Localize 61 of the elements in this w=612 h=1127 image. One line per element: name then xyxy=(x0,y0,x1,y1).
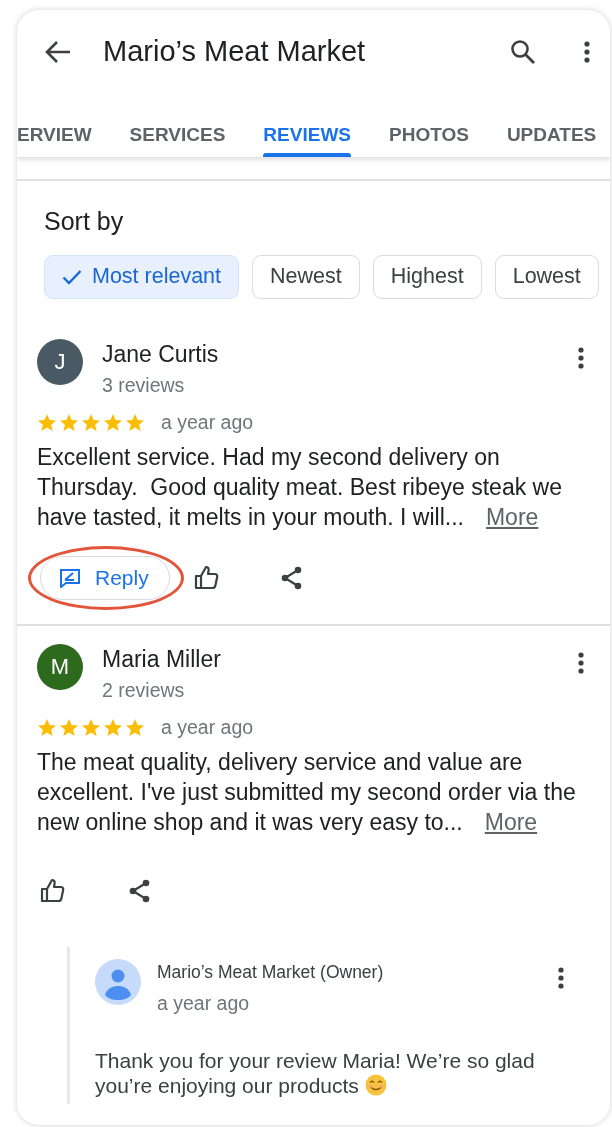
star-icon xyxy=(103,412,123,433)
owner-name: Mario’s Meat Market (Owner) xyxy=(157,960,384,984)
more-options-button[interactable] xyxy=(558,966,564,989)
review-count: 2 reviews xyxy=(102,678,185,703)
star-icon xyxy=(81,717,101,738)
like-button[interactable] xyxy=(40,878,66,903)
tab[interactable]: SERVICES xyxy=(129,94,226,157)
check-icon xyxy=(62,268,82,285)
tab[interactable]: ERVIEW xyxy=(17,94,92,157)
like-button[interactable] xyxy=(193,565,220,590)
review-text: The meat quality, delivery service and value are excellent. I've just submitted my second order via the new online shop and it was very easy to... More xyxy=(37,747,577,837)
kebab-icon xyxy=(558,966,564,989)
person-avatar-icon xyxy=(95,958,141,1005)
reply-time: a year ago xyxy=(157,990,250,1016)
kebab-icon xyxy=(578,346,584,369)
star-icon xyxy=(59,412,79,433)
sort-label: Sort by xyxy=(44,206,124,237)
back-arrow-icon xyxy=(45,40,71,64)
reply-icon xyxy=(59,567,81,588)
more-options-button[interactable] xyxy=(578,651,584,674)
sort-chip[interactable]: Lowest xyxy=(494,254,599,299)
more-options-button[interactable] xyxy=(578,346,584,369)
star-icon xyxy=(81,412,101,433)
review-count: 3 reviews xyxy=(102,373,185,398)
sort-chip[interactable]: Newest xyxy=(252,254,360,299)
kebab-icon xyxy=(578,651,584,674)
avatar: J xyxy=(37,338,83,385)
star-icon xyxy=(125,717,145,738)
more-link[interactable]: More xyxy=(485,503,539,530)
review-time: a year ago xyxy=(161,715,254,741)
star-icon xyxy=(125,412,145,433)
back-button[interactable] xyxy=(45,40,71,64)
page-title: Mario’s Meat Market xyxy=(103,34,367,70)
tab[interactable]: PHOTOS xyxy=(389,94,469,157)
share-icon xyxy=(279,565,303,590)
star-icon xyxy=(59,717,79,738)
share-button[interactable] xyxy=(128,878,151,903)
share-button[interactable] xyxy=(279,565,303,590)
more-link[interactable]: More xyxy=(484,808,538,835)
smiley-icon xyxy=(364,1074,387,1096)
reviewer-name: Maria Miller xyxy=(102,644,221,674)
search-icon xyxy=(510,39,536,65)
search-button[interactable] xyxy=(510,39,536,65)
avatar: M xyxy=(37,643,83,690)
sort-chip[interactable]: Highest xyxy=(372,254,482,299)
tab[interactable]: REVIEWS xyxy=(263,94,351,157)
star-icon xyxy=(103,717,123,738)
thumbs-up-icon xyxy=(40,878,66,903)
owner-reply-text: Thank you for your review Maria! We’re so glad you’re enjoying our products xyxy=(95,1048,536,1098)
thumbs-up-icon xyxy=(193,565,220,590)
share-icon xyxy=(128,878,151,903)
star-icon xyxy=(37,412,57,433)
star-icon xyxy=(37,717,57,738)
review-text: Excellent service. Had my second delivery on Thursday. Good quality meat. Best ribeye steak we have tasted, it melts in your mouth. I will... More xyxy=(37,442,563,532)
review-time: a year ago xyxy=(161,410,254,436)
tab[interactable]: UPDATES xyxy=(506,94,597,157)
more-options-button[interactable] xyxy=(584,41,590,63)
sort-chip[interactable]: Most relevant xyxy=(44,254,240,299)
reviewer-name: Jane Curtis xyxy=(102,339,219,369)
reply-button[interactable]: Reply xyxy=(40,555,170,600)
kebab-icon xyxy=(584,41,590,63)
